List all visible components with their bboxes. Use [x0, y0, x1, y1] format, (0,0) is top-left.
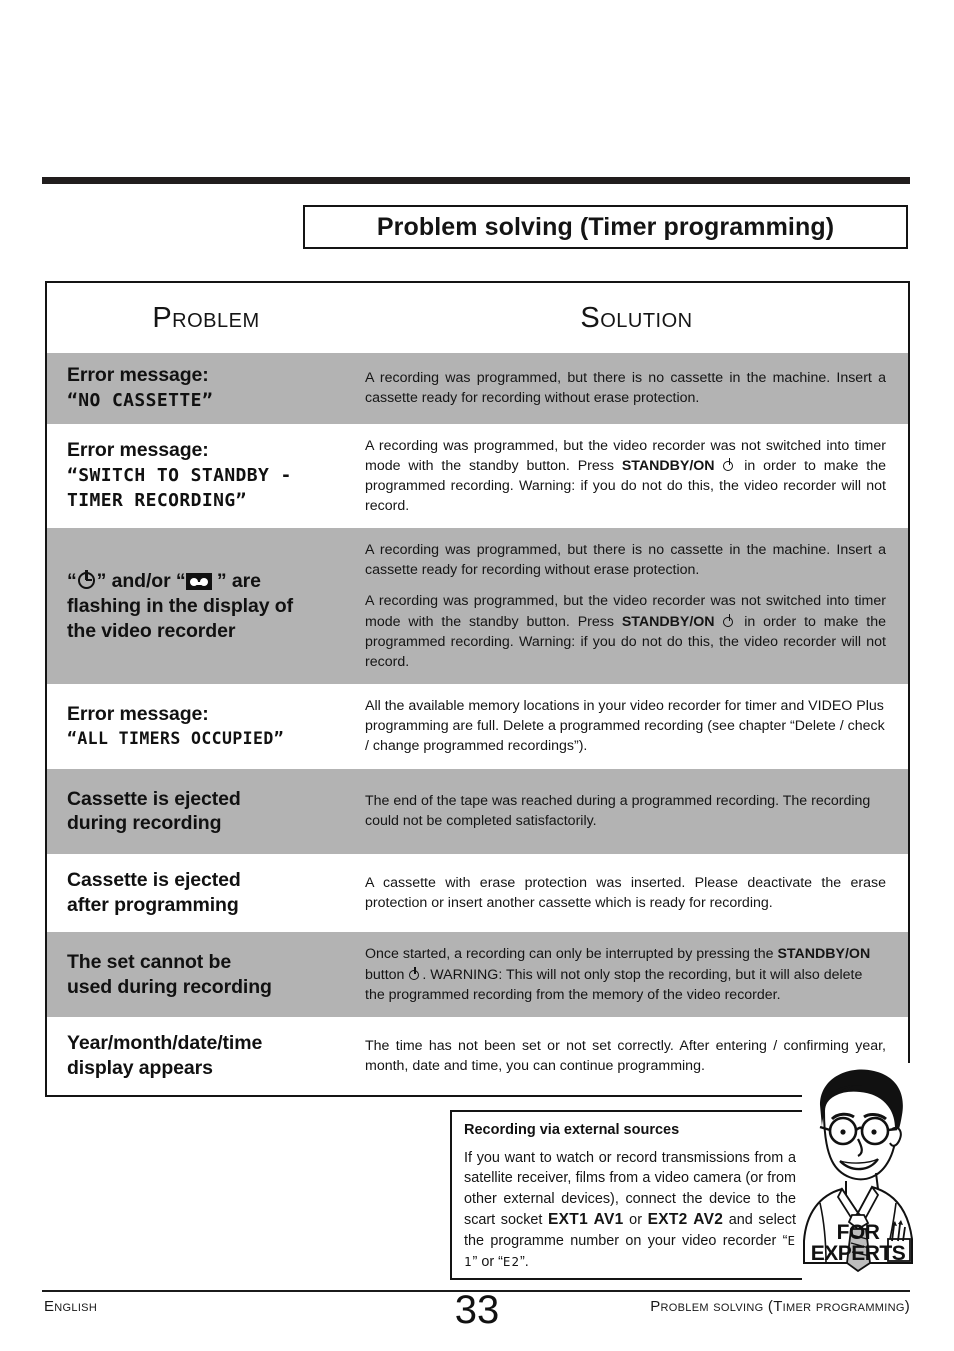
- table-row: Cassette is ejected during recording The…: [47, 768, 908, 855]
- solution-cell: A recording was programmed, but there is…: [347, 528, 908, 684]
- problem-cell: Cassette is ejected after programming: [47, 854, 347, 932]
- table-row: Cassette is ejected after programming A …: [47, 854, 908, 933]
- for-experts-label-line2: EXPERTS: [810, 1242, 906, 1265]
- chapter-title: Problem solving (Timer programming): [376, 212, 835, 241]
- for-experts-label: FOR EXPERTS: [802, 1222, 914, 1264]
- chapter-title-box: Problem solving (Timer programming): [303, 205, 908, 249]
- problem-cell: Error message: “NO CASSETTE”: [47, 353, 347, 424]
- problem-code-line: “ALL TIMERS OCCUPIED”: [67, 729, 285, 749]
- solution-cell: A recording was programmed, but there is…: [347, 353, 908, 424]
- table-row: Year/month/date/time display appears The…: [47, 1016, 908, 1095]
- display-code-2: E2: [502, 1253, 520, 1269]
- table-row: Error message: “SWITCH TO STANDBY - TIME…: [47, 423, 908, 529]
- problem-line: Error message:: [67, 703, 209, 726]
- solution-cell: A recording was programmed, but the vide…: [347, 424, 908, 529]
- callout-text-5: ”.: [519, 1253, 529, 1270]
- callout-body: If you want to watch or record transmiss…: [464, 1148, 796, 1272]
- table-row: “” and/or “ ” are flashing in the displa…: [47, 528, 908, 685]
- solution-paragraph: All the available memory locations in yo…: [365, 698, 885, 755]
- header-rule: [42, 177, 910, 184]
- solution-cell: Once started, a recording can only be in…: [347, 932, 908, 1016]
- problem-line: Year/month/date/time: [67, 1031, 263, 1054]
- problem-line: Cassette is ejected: [67, 869, 241, 892]
- power-standby-icon: [723, 458, 735, 471]
- problem-cell: Year/month/date/time display appears: [47, 1017, 347, 1095]
- problem-cell: Error message: “ALL TIMERS OCCUPIED”: [47, 684, 347, 768]
- problem-line: the video recorder: [67, 619, 236, 642]
- for-experts-label-line1: FOR: [836, 1221, 880, 1244]
- problem-line: Error message:: [67, 364, 209, 386]
- solution-paragraph: A recording was programmed, but there is…: [365, 370, 886, 407]
- problem-cell: Error message: “SWITCH TO STANDBY - TIME…: [47, 424, 347, 529]
- problem-cell: The set cannot be used during recording: [47, 932, 347, 1016]
- solution-cell: A cassette with erase protection was ins…: [347, 854, 908, 932]
- callout-text-4: ” or “: [472, 1253, 503, 1270]
- table-row: Error message: “ALL TIMERS OCCUPIED” All…: [47, 684, 908, 769]
- problem-cell: “” and/or “ ” are flashing in the displa…: [47, 528, 347, 684]
- problem-line: used during recording: [67, 975, 272, 998]
- power-standby-icon: [409, 967, 421, 980]
- solution-paragraph: The end of the tape was reached during a…: [365, 793, 871, 830]
- problem-cell: Cassette is ejected during recording: [47, 769, 347, 855]
- cassette-icon: [185, 572, 212, 590]
- table-row: Error message: “NO CASSETTE” A recording…: [47, 353, 908, 424]
- column-header-solution: Solution: [580, 301, 693, 334]
- problem-code-line: “SWITCH TO STANDBY -: [67, 464, 292, 486]
- solution-cell: The end of the tape was reached during a…: [347, 769, 908, 855]
- clock-timer-icon: [77, 569, 97, 590]
- power-standby-icon: [723, 614, 735, 627]
- solution-paragraph: A recording was programmed, but the vide…: [365, 437, 886, 514]
- scart-socket-1: EXT1 AV1: [548, 1211, 624, 1229]
- table-header-row: Problem Solution: [47, 283, 908, 353]
- scart-socket-2: EXT2 AV2: [647, 1211, 724, 1229]
- problem-line: flashing in the display of: [67, 594, 294, 617]
- callout-title: Recording via external sources: [464, 1122, 680, 1138]
- problem-line: during recording: [67, 812, 222, 835]
- table-row: The set cannot be used during recording …: [47, 932, 908, 1017]
- solution-paragraph: A cassette with erase protection was ins…: [365, 875, 886, 912]
- solution-paragraph: A recording was programmed, but the vide…: [365, 593, 886, 670]
- problem-line: after programming: [67, 894, 239, 917]
- solution-cell: All the available memory locations in yo…: [347, 684, 908, 768]
- for-experts-callout: Recording via external sources If you wa…: [450, 1110, 810, 1280]
- solution-paragraph: A recording was programmed, but there is…: [365, 542, 886, 579]
- problem-line: display appears: [67, 1056, 213, 1079]
- callout-text-2: or: [623, 1212, 648, 1229]
- problem-line: Cassette is ejected: [67, 787, 241, 810]
- problem-line: The set cannot be: [67, 950, 232, 973]
- problem-line: Error message:: [67, 438, 209, 461]
- problem-code-line: TIMER RECORDING”: [67, 490, 247, 512]
- footer-chapter: Problem solving (Timer programming): [650, 1298, 910, 1315]
- column-header-problem: Problem: [152, 301, 260, 334]
- problem-line: “” and/or “ ” are: [67, 569, 261, 592]
- solution-paragraph: Once started, a recording can only be in…: [365, 946, 871, 1003]
- problem-solution-table: Problem Solution Error message: “NO CASS…: [45, 281, 910, 1097]
- problem-code-line: “NO CASSETTE”: [67, 389, 214, 411]
